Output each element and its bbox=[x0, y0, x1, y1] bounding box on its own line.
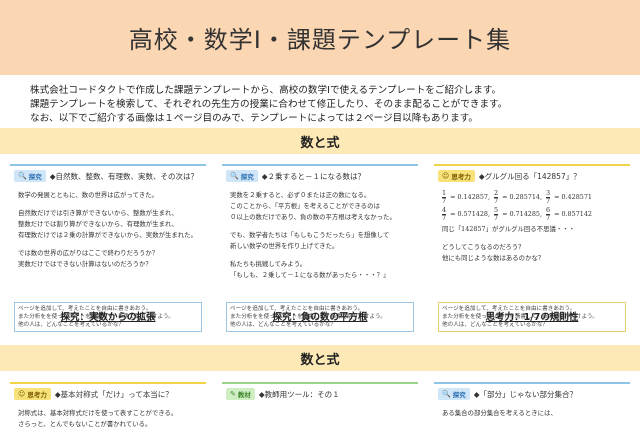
template-card[interactable]: ☺ 思考力 ◆基本対称式「だけ」って本当に？ 対称式は、基本対称式だけを使って表す… bbox=[10, 382, 206, 434]
tag-badge: ☺ 思考力 bbox=[438, 170, 475, 182]
tag-badge: ✎ 教材 bbox=[226, 388, 255, 400]
card-caption-link[interactable]: 思考力：1/7の規則性 bbox=[434, 309, 630, 323]
card-title: ◆グルグル回る「142857」？ bbox=[478, 171, 581, 181]
search-icon: 🔍 bbox=[442, 390, 451, 398]
card-header: 🔍 探究 ◆「部分」じゃない部分集合？ bbox=[434, 384, 630, 404]
search-icon: 🔍 bbox=[230, 172, 239, 180]
template-card[interactable]: 🔍 探究 ◆２乗すると－１になる数は？ 実数を２乗すると、必ず０または正の数になる… bbox=[222, 164, 418, 332]
template-card[interactable]: ✎ 教材 ◆教師用ツール：その１ bbox=[222, 382, 418, 434]
intro-line: なお、以下でご紹介する画像は１ページ目のみで、テンプレートによっては２ページ目以… bbox=[30, 113, 478, 124]
tag-badge: 🔍 探究 bbox=[226, 170, 258, 182]
intro-line: 課題テンプレートを検索して、それぞれの先生方の授業に合わせて修正したり、そのまま… bbox=[30, 99, 508, 110]
page-header: 高校・数学Ⅰ・課題テンプレート集 bbox=[0, 0, 640, 75]
smile-icon: ☺ bbox=[18, 390, 26, 398]
intro-line: 株式会社コードタクトで作成した課題テンプレートから、高校の数学Ⅰで使えるテンプレ… bbox=[30, 85, 502, 96]
card-header: ✎ 教材 ◆教師用ツール：その１ bbox=[222, 384, 418, 404]
card-caption-link[interactable]: 探究：実数からの拡張 bbox=[10, 309, 206, 323]
tag-badge: 🔍 探究 bbox=[14, 170, 46, 182]
card-body: 数学の発展とともに、数の世界は広がってきた。 自然数だけでは引き算ができないから… bbox=[18, 191, 197, 268]
card-title: ◆基本対称式「だけ」って本当に？ bbox=[54, 389, 173, 399]
template-card[interactable]: ☺ 思考力 ◆グルグル回る「142857」？ 1 7 = 0.142857, 2 7 = … bbox=[434, 164, 630, 332]
card-header: ☺ 思考力 ◆グルグル回る「142857」？ bbox=[434, 166, 630, 186]
card-header: 🔍 探究 ◆自然数、整数、有理数、実数、その次は？ bbox=[10, 166, 206, 186]
book-icon: ✎ bbox=[230, 390, 236, 398]
page-title: 高校・数学Ⅰ・課題テンプレート集 bbox=[128, 26, 512, 54]
template-card[interactable]: 🔍 探究 ◆「部分」じゃない部分集合？ ある集合の部分集合を考えるときには、 bbox=[434, 382, 630, 434]
card-body: 実数を２乗すると、必ず０または正の数になる。 このことから、「平方根」を考えるこ… bbox=[230, 191, 396, 279]
tag-badge: 🔍 探究 bbox=[438, 388, 470, 400]
card-caption-link[interactable]: 探究：負の数の平方根 bbox=[222, 309, 418, 323]
fraction-row: 1 7 = 0.142857, 2 7 = 0.285714, 3 7 = 0.428571 bbox=[442, 189, 592, 205]
fraction-row: 4 7 = 0.571428, 5 7 = 0.714285, 6 7 = 0.857142 bbox=[442, 206, 592, 222]
card-title: ◆「部分」じゃない部分集合？ bbox=[473, 389, 577, 399]
card-body: 対称式は、基本対称式だけを使って表すことができる。 さらっと、とんでもないことが… bbox=[18, 409, 178, 428]
template-card[interactable]: 🔍 探究 ◆自然数、整数、有理数、実数、その次は？ 数学の発展とともに、数の世界は… bbox=[10, 164, 206, 332]
section-header: 数と式 bbox=[0, 345, 640, 371]
section-header: 数と式 bbox=[0, 128, 640, 154]
card-body: ある集合の部分集合を考えるときには、 bbox=[442, 409, 557, 417]
card-header: ☺ 思考力 ◆基本対称式「だけ」って本当に？ bbox=[10, 384, 206, 404]
card-title: ◆２乗すると－１になる数は？ bbox=[261, 171, 365, 181]
card-header: 🔍 探究 ◆２乗すると－１になる数は？ bbox=[222, 166, 418, 186]
card-title: ◆自然数、整数、有理数、実数、その次は？ bbox=[49, 171, 198, 181]
tag-badge: ☺ 思考力 bbox=[14, 388, 51, 400]
intro-text: 株式会社コードタクトで作成した課題テンプレートから、高校の数学Ⅰで使えるテンプレ… bbox=[30, 84, 630, 126]
card-title: ◆教師用ツール：その１ bbox=[258, 389, 340, 399]
search-icon: 🔍 bbox=[18, 172, 27, 180]
smile-icon: ☺ bbox=[442, 172, 450, 180]
card-body: 1 7 = 0.142857, 2 7 = 0.285714, 3 7 = 0.428571… bbox=[434, 186, 630, 302]
